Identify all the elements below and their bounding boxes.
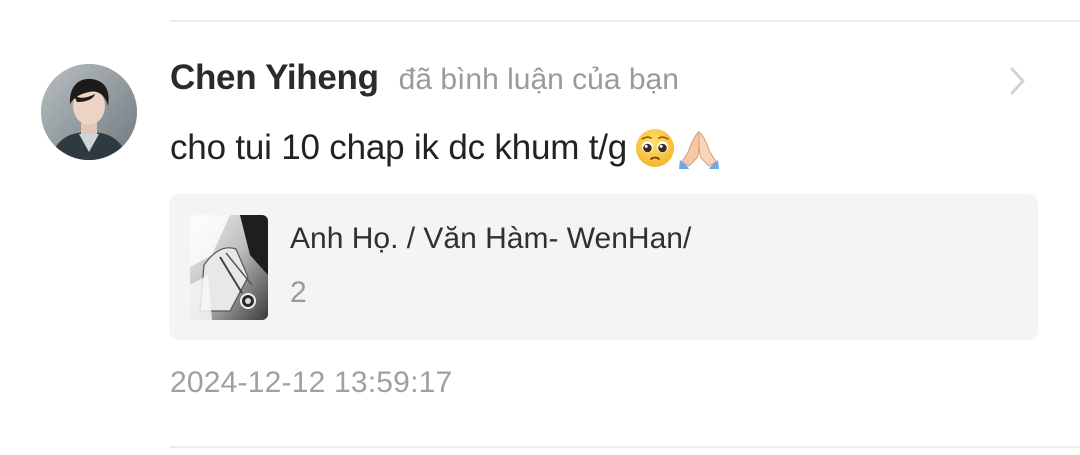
top-divider <box>170 20 1080 22</box>
username[interactable]: Chen Yiheng <box>170 58 379 98</box>
referenced-post-card[interactable]: Anh Họ. / Văn Hàm- WenHan/ 2 <box>169 194 1038 340</box>
post-thumbnail <box>190 215 268 320</box>
pleading-face-emoji <box>633 126 677 170</box>
post-title: Anh Họ. / Văn Hàm- WenHan/ <box>290 222 692 255</box>
action-text: đã bình luận của bạn <box>398 63 679 96</box>
comment-timestamp: 2024-12-12 13:59:17 <box>170 366 453 399</box>
user-avatar[interactable] <box>41 64 137 160</box>
post-count: 2 <box>290 276 307 309</box>
bottom-divider <box>170 446 1080 448</box>
folded-hands-emoji <box>677 126 721 170</box>
comment-body: cho tui 10 chap ik dc khum t/g <box>170 126 721 170</box>
chevron-right-icon[interactable] <box>1002 64 1032 98</box>
comment-text: cho tui 10 chap ik dc khum t/g <box>170 128 628 167</box>
comment-header: Chen Yiheng đã bình luận của bạn <box>170 58 679 108</box>
